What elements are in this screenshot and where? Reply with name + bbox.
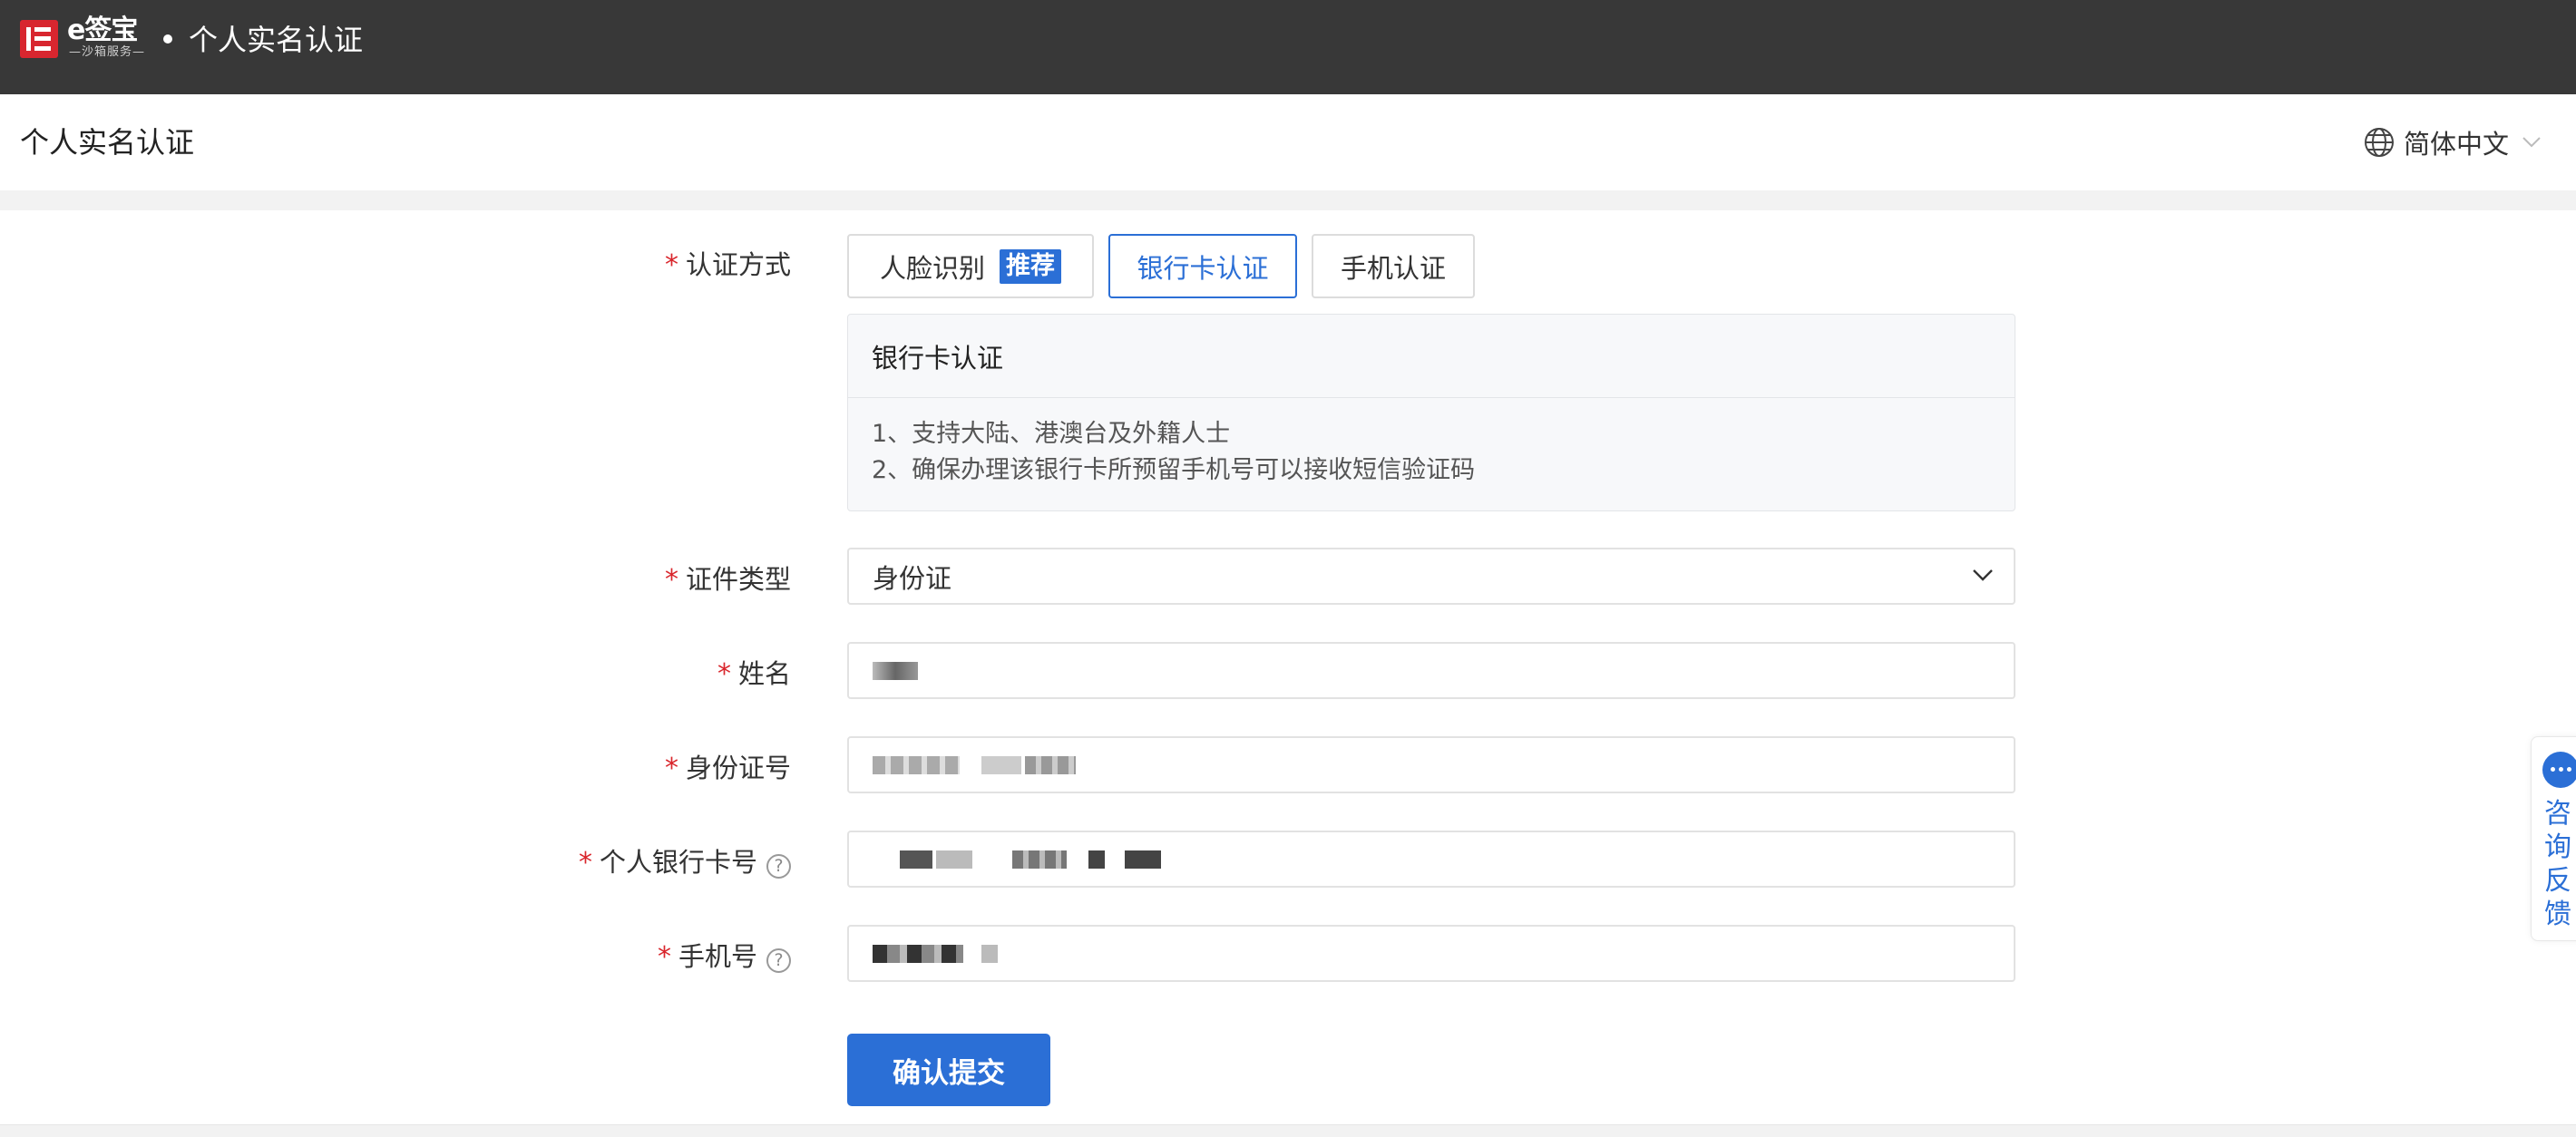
required-mark: * (717, 658, 731, 690)
help-icon[interactable]: ? (766, 948, 791, 973)
name-field[interactable] (847, 642, 2015, 699)
id-type-label-text: 证件类型 (685, 564, 791, 595)
bank-card-option[interactable]: 银行卡认证 (1108, 234, 1297, 298)
feedback-tab[interactable]: 咨询反馈 (2531, 736, 2576, 941)
redacted-value (873, 661, 918, 680)
info-line-1: 1、支持大陆、港澳台及外籍人士 (872, 420, 1231, 448)
page-title: 个人实名认证 (20, 125, 195, 160)
recommend-badge: 推荐 (1000, 248, 1061, 284)
redacted-value (1025, 755, 1076, 774)
logo-subtitle: —沙箱服务— (69, 45, 146, 59)
bank-card-option-label: 银行卡认证 (1137, 252, 1269, 284)
method-label-text: 认证方式 (685, 249, 791, 280)
header-divider (0, 190, 2576, 210)
name-label-text: 姓名 (737, 658, 791, 689)
feedback-label: 咨询反馈 (2544, 798, 2571, 930)
face-recognition-label: 人脸识别 (879, 252, 985, 284)
id-number-label: * 身份证号 (0, 747, 791, 785)
globe-icon (2365, 128, 2394, 157)
info-line-2: 2、确保办理该银行卡所预留手机号可以接收短信验证码 (872, 456, 1476, 484)
redacted-value (981, 944, 998, 963)
redacted-value (1012, 850, 1067, 869)
info-title: 银行卡认证 (848, 315, 2015, 398)
redacted-value (873, 755, 960, 774)
chevron-down-icon (2522, 137, 2541, 148)
id-type-value: 身份证 (873, 562, 952, 594)
bank-card-field[interactable] (847, 831, 2015, 888)
redacted-value (873, 944, 963, 963)
language-selector[interactable]: 简体中文 (2364, 123, 2551, 161)
redacted-value (1088, 850, 1105, 869)
top-bar: e签宝 —沙箱服务— 个人实名认证 (0, 0, 2576, 94)
language-label: 简体中文 (2404, 129, 2510, 160)
submit-button[interactable]: 确认提交 (847, 1034, 1050, 1106)
phone-option[interactable]: 手机认证 (1312, 234, 1475, 298)
method-info-box: 银行卡认证 1、支持大陆、港澳台及外籍人士 2、确保办理该银行卡所预留手机号可以… (847, 314, 2015, 511)
bank-card-label-text: 个人银行卡号 (599, 847, 757, 878)
phone-label: * 手机号? (0, 936, 791, 974)
id-type-select[interactable]: 身份证 (847, 548, 2015, 605)
phone-option-label: 手机认证 (1340, 252, 1446, 284)
id-number-label-text: 身份证号 (685, 753, 791, 783)
phone-label-text: 手机号 (678, 941, 757, 972)
required-mark: * (578, 847, 592, 879)
required-mark: * (664, 753, 678, 784)
separator-dot-icon (163, 34, 172, 44)
redacted-value (1125, 850, 1161, 869)
required-mark: * (657, 941, 671, 973)
chat-icon (2542, 752, 2576, 788)
id-number-field[interactable] (847, 736, 2015, 793)
phone-field[interactable] (847, 925, 2015, 982)
bank-card-label: * 个人银行卡号? (0, 841, 791, 879)
required-mark: * (664, 564, 678, 596)
redacted-value (936, 850, 972, 869)
id-type-label: * 证件类型 (0, 559, 791, 597)
face-recognition-option[interactable]: 人脸识别 推荐 (847, 234, 1094, 298)
help-icon[interactable]: ? (766, 853, 791, 879)
footer-divider (0, 1124, 2576, 1137)
esign-logo-icon (20, 20, 58, 58)
name-label: * 姓名 (0, 653, 791, 691)
redacted-value (900, 850, 932, 869)
page-header: 个人实名认证 简体中文 (0, 94, 2576, 190)
chevron-down-icon (1973, 569, 1993, 581)
required-mark: * (664, 249, 678, 281)
redacted-value (981, 755, 1021, 774)
method-label: * 认证方式 (0, 247, 791, 283)
topbar-title: 个人实名认证 (189, 23, 364, 57)
logo-text: e签宝 (67, 15, 138, 46)
